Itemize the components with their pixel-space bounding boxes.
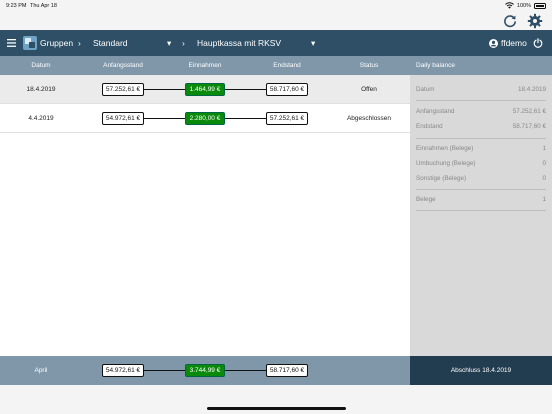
cell-einnahmen: 2.280,00 € [164, 104, 246, 133]
panel-title: Daily balance [410, 56, 552, 75]
detail-value: 0 [542, 160, 546, 167]
endstand-pill: 57.252,61 € [265, 112, 309, 125]
detail-value: 58.717,60 € [512, 123, 546, 130]
app-logo-icon [23, 30, 37, 56]
detail-belege: Belege 1 [416, 192, 546, 207]
endstand-pill: 58.717,60 € [265, 364, 309, 377]
dropdown-arrow-icon[interactable]: ▾ [167, 30, 171, 56]
power-icon[interactable] [533, 30, 543, 56]
divider [416, 210, 546, 211]
breadcrumb-kasse[interactable]: Hauptkassa mit RKSV [197, 30, 281, 56]
balance-table: 18.4.2019 57.252,61 € 1.464,99 € 58.717,… [0, 75, 410, 356]
user-icon[interactable] [489, 30, 498, 56]
cell-status: Offen [361, 86, 377, 93]
einnahmen-pill: 3.744,99 € [184, 364, 226, 377]
cell-datum: 4.4.2019 [28, 115, 54, 122]
detail-label: Endstand [416, 123, 443, 130]
cell-status: Abgeschlossen [346, 115, 392, 122]
cell-einnahmen: 1.464,99 € [164, 75, 246, 104]
cell-endstand: 58.717,60 € [246, 75, 328, 104]
menu-icon[interactable] [7, 30, 16, 56]
breadcrumb-groups[interactable]: Gruppen [40, 30, 73, 56]
divider [416, 189, 546, 190]
daily-balance-panel: Daily balance Datum 18.4.2019 Anfangsstan… [410, 56, 552, 356]
close-day-button[interactable]: Abschluss 18.4.2019 [410, 356, 552, 385]
detail-label: Einnahmen (Belege) [416, 145, 474, 152]
wifi-icon [505, 2, 514, 9]
header-datum[interactable]: Datum [0, 56, 82, 75]
cell-endstand: 57.252,61 € [246, 104, 328, 133]
refresh-icon[interactable] [502, 13, 518, 29]
summary-anfangsstand: 54.972,61 € [82, 356, 164, 385]
header-einnahmen[interactable]: Einnahmen [164, 56, 246, 75]
top-actions [0, 12, 552, 30]
detail-label: Umbuchung (Belege) [416, 160, 476, 167]
battery-percent: 100% [516, 2, 531, 9]
einnahmen-pill: 1.464,99 € [184, 83, 226, 96]
detail-umbuchung: Umbuchung (Belege) 0 [416, 156, 546, 171]
table-header: Datum Anfangsstand Einnahmen Endstand St… [0, 56, 410, 75]
status-bar: 9:23 PM Thu Apr 18 100% [0, 0, 552, 12]
header-status[interactable]: Status [328, 56, 410, 75]
anfangsstand-pill: 54.972,61 € [101, 112, 145, 125]
table-row[interactable]: 4.4.2019 54.972,61 € 2.280,00 € 57.252,6… [0, 104, 410, 133]
header-anfangsstand[interactable]: Anfangsstand [82, 56, 164, 75]
detail-anfangsstand: Anfangsstand 57.252,61 € [416, 104, 546, 119]
gear-icon[interactable] [527, 13, 543, 29]
einnahmen-pill: 2.280,00 € [184, 112, 226, 125]
detail-value: 1 [542, 145, 546, 152]
endstand-pill: 58.717,60 € [265, 83, 309, 96]
month-summary: April 54.972,61 € 3.744,99 € 58.717,60 € [0, 356, 410, 385]
table-row[interactable]: 18.4.2019 57.252,61 € 1.464,99 € 58.717,… [0, 75, 410, 104]
detail-value: 57.252,61 € [512, 108, 546, 115]
detail-label: Datum [416, 86, 435, 93]
divider [416, 100, 546, 101]
home-indicator[interactable] [207, 407, 346, 410]
status-day: Thu Apr 18 [30, 3, 57, 9]
detail-label: Belege [416, 196, 436, 203]
detail-datum: Datum 18.4.2019 [416, 82, 546, 97]
breadcrumb-standard[interactable]: Standard [93, 30, 128, 56]
detail-einnahmen: Einnahmen (Belege) 1 [416, 141, 546, 156]
detail-label: Anfangsstand [416, 108, 455, 115]
status-right: 100% [505, 2, 546, 9]
chevron-right-icon: › [78, 38, 81, 48]
header-endstand[interactable]: Endstand [246, 56, 328, 75]
summary-endstand: 58.717,60 € [246, 356, 328, 385]
detail-value: 18.4.2019 [517, 86, 546, 93]
detail-sonstige: Sonstige (Belege) 0 [416, 171, 546, 186]
detail-value: 1 [542, 196, 546, 203]
cell-anfangsstand: 54.972,61 € [82, 104, 164, 133]
status-time: 9:23 PM [6, 3, 27, 9]
summary-einnahmen: 3.744,99 € [164, 356, 246, 385]
username[interactable]: ffdemo [501, 30, 527, 56]
battery-icon [534, 2, 546, 9]
navigation-bar: Gruppen › Standard ▾ › Hauptkassa mit RK… [0, 30, 552, 56]
anfangsstand-pill: 57.252,61 € [101, 83, 145, 96]
cell-datum: 18.4.2019 [26, 86, 56, 93]
divider [416, 138, 546, 139]
summary-month[interactable]: April [0, 356, 82, 385]
detail-label: Sonstige (Belege) [416, 175, 467, 182]
anfangsstand-pill: 54.972,61 € [101, 364, 145, 377]
dropdown-arrow-icon[interactable]: ▾ [311, 30, 315, 56]
detail-endstand: Endstand 58.717,60 € [416, 119, 546, 134]
detail-value: 0 [542, 175, 546, 182]
chevron-right-icon: › [182, 38, 185, 48]
cell-anfangsstand: 57.252,61 € [82, 75, 164, 104]
